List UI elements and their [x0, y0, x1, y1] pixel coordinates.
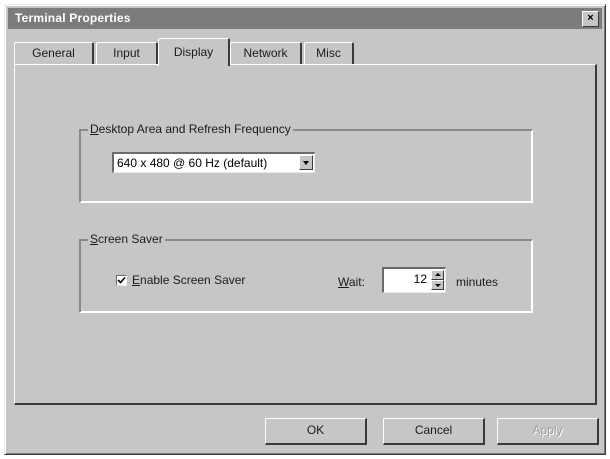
spin-up-icon[interactable] — [431, 270, 444, 280]
resolution-select[interactable]: 640 x 480 @ 60 Hz (default) — [112, 152, 315, 173]
wait-label-rest: ait: — [348, 275, 365, 289]
tab-general-label: General — [32, 46, 75, 60]
tab-network-label: Network — [243, 46, 288, 60]
enable-screen-saver-label[interactable]: Enable Screen Saver — [132, 273, 245, 287]
window-title: Terminal Properties — [15, 11, 131, 25]
wait-accel: W — [338, 275, 349, 289]
cancel-button[interactable]: Cancel — [383, 418, 485, 445]
tab-general[interactable]: General — [14, 42, 94, 64]
screen-saver-accel: S — [90, 232, 99, 246]
tab-network[interactable]: Network — [230, 42, 302, 64]
wait-minutes-value[interactable]: 12 — [414, 272, 427, 286]
chevron-down-icon[interactable] — [299, 155, 313, 170]
enable-screen-saver-checkbox[interactable] — [116, 275, 127, 286]
enable-label-rest: nable Screen Saver — [140, 273, 246, 287]
close-button[interactable]: × — [582, 11, 599, 27]
ok-button-label: OK — [306, 423, 325, 437]
wait-minutes-spinner[interactable]: 12 — [382, 267, 446, 293]
desktop-area-accel: D — [90, 122, 99, 136]
tab-display[interactable]: Display — [158, 38, 230, 66]
resolution-select-value: 640 x 480 @ 60 Hz (default) — [117, 156, 268, 170]
tab-input[interactable]: Input — [96, 42, 158, 64]
checkmark-icon — [117, 276, 126, 284]
desktop-area-label-rest: esktop Area and Refresh Frequency — [98, 122, 291, 136]
tab-misc-label: Misc — [316, 46, 341, 60]
title-bar[interactable]: Terminal Properties × — [8, 8, 602, 29]
screen-saver-group: Screen Saver Enable Screen Saver Wait: 1… — [79, 232, 533, 313]
spin-down-icon[interactable] — [431, 280, 444, 290]
desktop-area-group-label: Desktop Area and Refresh Frequency — [88, 122, 293, 136]
wait-label: Wait: — [338, 275, 365, 289]
close-icon: × — [587, 12, 594, 24]
apply-button-label: Apply — [532, 423, 563, 437]
screen-saver-label-rest: creen Saver — [98, 232, 163, 246]
cancel-button-label: Cancel — [414, 423, 453, 437]
screen-saver-group-label: Screen Saver — [88, 232, 165, 246]
display-tab-panel: Desktop Area and Refresh Frequency 640 x… — [14, 64, 597, 405]
enable-accel: E — [132, 273, 141, 287]
desktop-area-group: Desktop Area and Refresh Frequency 640 x… — [79, 122, 533, 203]
apply-button[interactable]: Apply — [497, 418, 599, 445]
tab-input-label: Input — [113, 46, 140, 60]
tab-display-label: Display — [173, 45, 214, 59]
minutes-label: minutes — [456, 275, 499, 289]
ok-button[interactable]: OK — [265, 418, 367, 445]
tab-misc[interactable]: Misc — [304, 42, 354, 64]
